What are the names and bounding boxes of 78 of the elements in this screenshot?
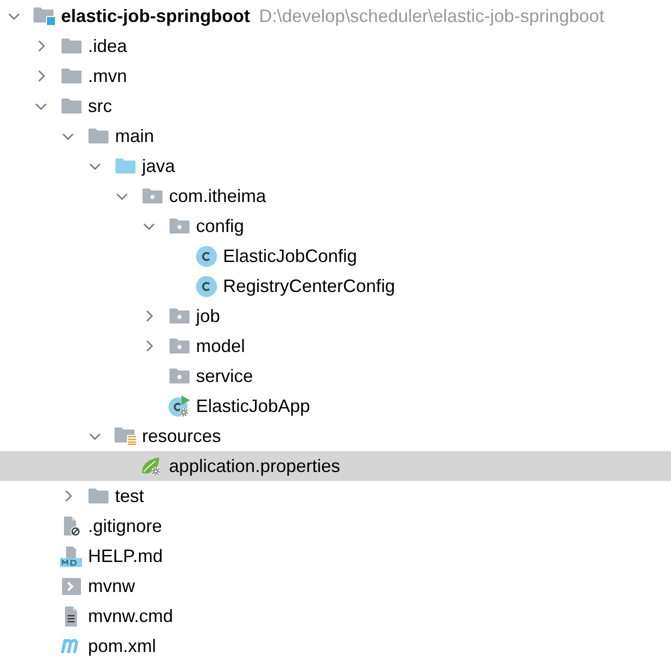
chevron-down-icon[interactable]: [143, 222, 155, 230]
tree-row[interactable]: mvnw.cmd: [0, 601, 671, 631]
chevron-down-icon[interactable]: [35, 102, 47, 110]
package-folder-icon: [168, 308, 190, 324]
folder-name: java: [142, 155, 176, 178]
folder-name: src: [88, 95, 112, 118]
file-name: mvnw.cmd: [88, 605, 174, 628]
package-folder-icon: [142, 188, 162, 204]
properties-file-icon: [141, 456, 163, 476]
folder-name: resources: [142, 425, 222, 448]
tree-row[interactable]: ElasticJobConfig: [0, 241, 671, 271]
package-name: service: [196, 365, 254, 388]
chevron-down-icon[interactable]: [62, 132, 74, 140]
file-name: ElasticJobConfig: [223, 245, 358, 268]
resource-folder-icon: [114, 427, 136, 445]
tree-row[interactable]: ElasticJobApp: [0, 391, 671, 421]
tree-row[interactable]: test: [0, 481, 671, 511]
class-run-icon: [168, 394, 190, 418]
tree-row[interactable]: job: [0, 301, 671, 331]
folder-name: test: [115, 485, 144, 508]
file-name: .gitignore: [88, 515, 162, 538]
folder-icon: [60, 68, 82, 84]
chevron-right-icon[interactable]: [146, 310, 152, 322]
package-name: job: [196, 305, 220, 328]
tree-row[interactable]: java: [0, 151, 671, 181]
tree-row[interactable]: main: [0, 121, 671, 151]
tree-row[interactable]: RegistryCenterConfig: [0, 271, 671, 301]
class-icon: [196, 246, 216, 266]
class-icon: [196, 276, 216, 296]
folder-icon: [60, 38, 82, 54]
tree-row[interactable]: mvnw: [0, 571, 671, 601]
chevron-down-icon[interactable]: [89, 432, 101, 440]
tree-row[interactable]: com.itheima: [0, 181, 671, 211]
folder-icon: [60, 98, 82, 114]
text-file-icon: [63, 606, 79, 626]
folder-name: .idea: [88, 35, 128, 58]
file-name: mvnw: [88, 575, 136, 598]
tree-row[interactable]: HELP.md: [0, 541, 671, 571]
file-name: application.properties: [169, 455, 340, 478]
ignore-file-icon: [61, 516, 81, 536]
source-folder-icon: [114, 158, 136, 174]
package-name: model: [196, 335, 246, 358]
package-folder-icon: [168, 338, 190, 354]
file-name: pom.xml: [88, 635, 156, 658]
tree-row[interactable]: config: [0, 211, 671, 241]
tree-row[interactable]: resources: [0, 421, 671, 451]
module-folder-icon: [33, 7, 55, 25]
file-name: ElasticJobApp: [196, 395, 310, 418]
folder-icon: [88, 488, 108, 504]
file-name: HELP.md: [88, 545, 163, 568]
markdown-file-icon: [60, 546, 82, 566]
tree-row[interactable]: application.properties: [0, 451, 671, 481]
tree-row[interactable]: src: [0, 91, 671, 121]
tree-row[interactable]: .idea: [0, 31, 671, 61]
chevron-right-icon[interactable]: [64, 490, 72, 502]
folder-icon: [88, 128, 108, 144]
tree-row[interactable]: .mvn: [0, 61, 671, 91]
tree-row[interactable]: pom.xml: [0, 631, 671, 661]
tree-row[interactable]: .gitignore: [0, 511, 671, 541]
chevron-down-icon[interactable]: [8, 12, 20, 20]
project-name: elastic-job-springboot: [61, 5, 250, 28]
file-name: RegistryCenterConfig: [223, 275, 396, 298]
chevron-down-icon[interactable]: [89, 162, 101, 170]
tree-row[interactable]: model: [0, 331, 671, 361]
package-name: com.itheima: [169, 185, 266, 208]
package-folder-icon: [168, 368, 190, 384]
chevron-right-icon[interactable]: [146, 340, 152, 352]
package-folder-icon: [168, 218, 190, 234]
tree-row[interactable]: elastic-job-springboot D:\develop\scheduler\elastic-job-springboot: [0, 1, 671, 31]
folder-name: .mvn: [88, 65, 128, 88]
folder-name: main: [115, 125, 154, 148]
chevron-down-icon[interactable]: [116, 192, 128, 200]
tree-row[interactable]: service: [0, 361, 671, 391]
chevron-right-icon[interactable]: [38, 40, 44, 52]
terminal-icon: [62, 578, 80, 594]
project-path: D:\develop\scheduler\elastic-job-springboot: [259, 5, 604, 28]
package-name: config: [196, 215, 244, 238]
chevron-right-icon[interactable]: [38, 70, 44, 82]
